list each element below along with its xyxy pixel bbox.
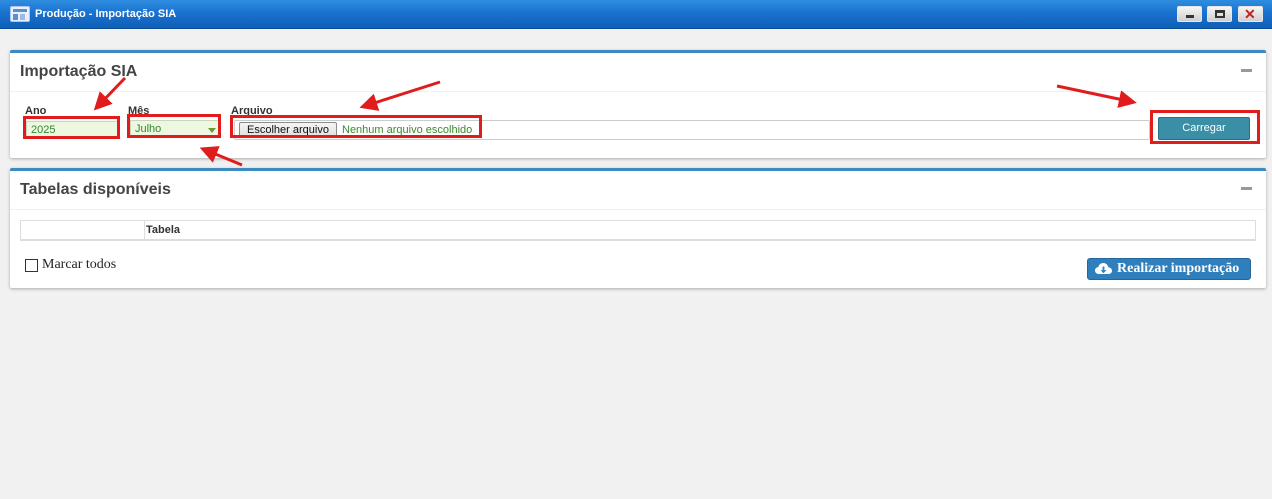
carregar-button[interactable]: Carregar: [1158, 117, 1250, 140]
realizar-importacao-label: Realizar importação: [1117, 261, 1240, 276]
window-title: Produção - Importação SIA: [35, 8, 177, 20]
tables-panel-title: Tabelas disponíveis: [20, 181, 171, 198]
collapse-icon[interactable]: [1241, 69, 1252, 72]
mes-select[interactable]: Julho: [130, 120, 220, 138]
arquivo-label: Arquivo: [231, 105, 273, 117]
minimize-icon: [1186, 15, 1194, 18]
mes-select-value: Julho: [135, 123, 162, 135]
cloud-download-icon: [1095, 263, 1112, 274]
app-window-icon: [10, 6, 30, 22]
tables-panel-header: Tabelas disponíveis: [10, 171, 1266, 210]
tables-table-header: Tabela: [20, 220, 1256, 241]
close-button[interactable]: ✕: [1238, 6, 1263, 22]
minimize-button[interactable]: [1177, 6, 1202, 22]
maximize-icon: [1215, 10, 1225, 18]
close-icon: ✕: [1244, 6, 1256, 22]
import-panel-header: Importação SIA: [10, 53, 1266, 92]
file-input[interactable]: Escolher arquivo Nenhum arquivo escolhid…: [234, 120, 476, 140]
ano-input[interactable]: 2025: [26, 121, 118, 139]
select-column-header: [21, 221, 145, 240]
mes-label: Mês: [128, 105, 150, 117]
ano-label: Ano: [25, 105, 47, 117]
maximize-button[interactable]: [1207, 6, 1232, 22]
select-all-checkbox[interactable]: [25, 259, 38, 272]
file-status-text: Nenhum arquivo escolhido: [342, 124, 473, 136]
tabela-column-header: Tabela: [146, 224, 181, 236]
import-panel-title: Importação SIA: [20, 63, 138, 80]
dropdown-arrow-icon: [208, 128, 216, 133]
select-all-label[interactable]: Marcar todos: [42, 257, 116, 273]
choose-file-button[interactable]: Escolher arquivo: [239, 122, 337, 138]
import-panel: Importação SIA Ano 2025 Mês Julho Arquiv…: [10, 50, 1266, 158]
window-titlebar: Produção - Importação SIA ✕: [0, 0, 1272, 29]
collapse-icon[interactable]: [1241, 187, 1252, 190]
realizar-importacao-button[interactable]: Realizar importação: [1087, 258, 1251, 280]
tables-panel: Tabelas disponíveis Tabela Marcar todos …: [10, 168, 1266, 288]
